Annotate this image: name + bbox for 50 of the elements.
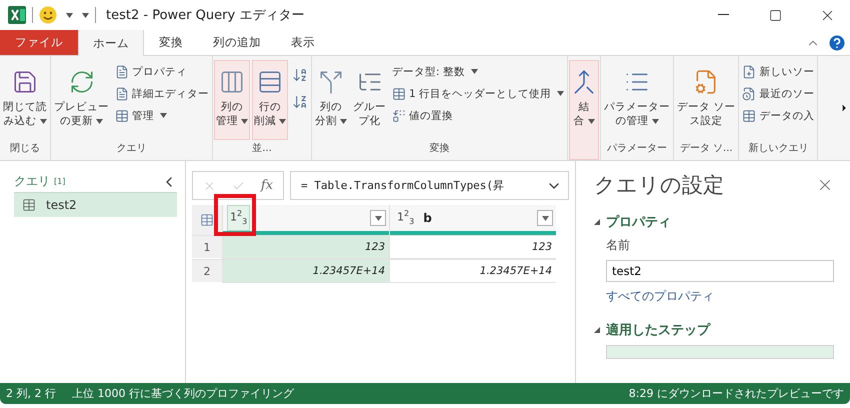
group-label: クエリ [116, 142, 148, 156]
ribbon-button[interactable]: 1 行目をヘッダーとして使用 [390, 83, 566, 104]
ribbon-button[interactable]: プロパティ [113, 61, 211, 82]
ribbon-button[interactable]: 閉じて読 み込む [1, 60, 49, 140]
row-number: 2 [192, 259, 222, 282]
ribbon-button[interactable]: 行の 削減 [252, 60, 288, 140]
ribbon-button[interactable]: 新しいソー [740, 61, 816, 82]
status-text: 2 列, 2 行 [6, 386, 56, 401]
ribbon-button[interactable]: 列の 分割 [313, 60, 349, 140]
field-label: 名前 [606, 237, 631, 254]
function-button[interactable]: fx [260, 178, 273, 193]
group-label: 並... [251, 142, 273, 156]
file-tab[interactable]: ファイル [0, 30, 78, 55]
table-cell: 123 [222, 235, 389, 259]
ribbon-button[interactable]: データ型: 整数 [390, 61, 566, 82]
ribbon-button[interactable]: 列の 管理 [214, 60, 250, 140]
ribbon-button[interactable]: 最近のソー [740, 83, 816, 104]
formula-field[interactable]: = Table.TransformColumnTypes(昇 [290, 171, 569, 200]
group-label: データ ソ... [678, 142, 734, 156]
ribbon-button[interactable]: データ ソー ス設定 [675, 60, 738, 140]
ribbon-button[interactable]: プレビュー の更新 [52, 60, 111, 140]
query-count: [1] [54, 177, 66, 186]
group-label: 新しいクエリ [747, 142, 810, 156]
group-label: 変換 [428, 142, 451, 156]
ribbon-button[interactable]: 詳細エディター [113, 83, 211, 104]
window-title: test2 - Power Query エディター [106, 7, 306, 24]
table-cell: 1.23457E+14 [389, 259, 556, 283]
all-properties-link[interactable]: すべてのプロパティ [606, 288, 834, 305]
ribbon-button[interactable]: 値の置換 [390, 105, 566, 126]
section-title: 適用したステップ [606, 322, 710, 339]
group-label: 閉じる [9, 142, 41, 156]
panel-title: クエリの設定 [594, 172, 724, 199]
column-name: b [423, 211, 433, 225]
ribbon-button[interactable]: データの入 [740, 105, 816, 126]
table-cell: 1.23457E+14 [222, 259, 389, 283]
group-label: パラメーター [606, 142, 668, 156]
ribbon-tab[interactable]: ホーム [78, 30, 144, 56]
queries-title: クエリ [14, 173, 50, 190]
ribbon-button[interactable]: 管理 [113, 105, 211, 126]
ribbon-button[interactable]: パラメーター の管理 [602, 60, 672, 140]
ribbon-button[interactable]: グルー プ化 [351, 60, 388, 140]
table-cell: 123 [389, 235, 556, 259]
query-item[interactable]: test2 [14, 193, 177, 217]
name-field[interactable]: test2 [606, 260, 834, 282]
status-text: 上位 1000 行に基づく列のプロファイリング [72, 386, 294, 401]
row-number: 1 [192, 235, 222, 258]
section-title: プロパティ [606, 214, 671, 231]
column-header[interactable]: 1$^{2}$$_{3}$ b [389, 205, 556, 235]
ribbon-button[interactable]: 結 合 [569, 60, 600, 160]
status-text: 8:29 にダウンロードされたプレビューです [628, 386, 844, 401]
